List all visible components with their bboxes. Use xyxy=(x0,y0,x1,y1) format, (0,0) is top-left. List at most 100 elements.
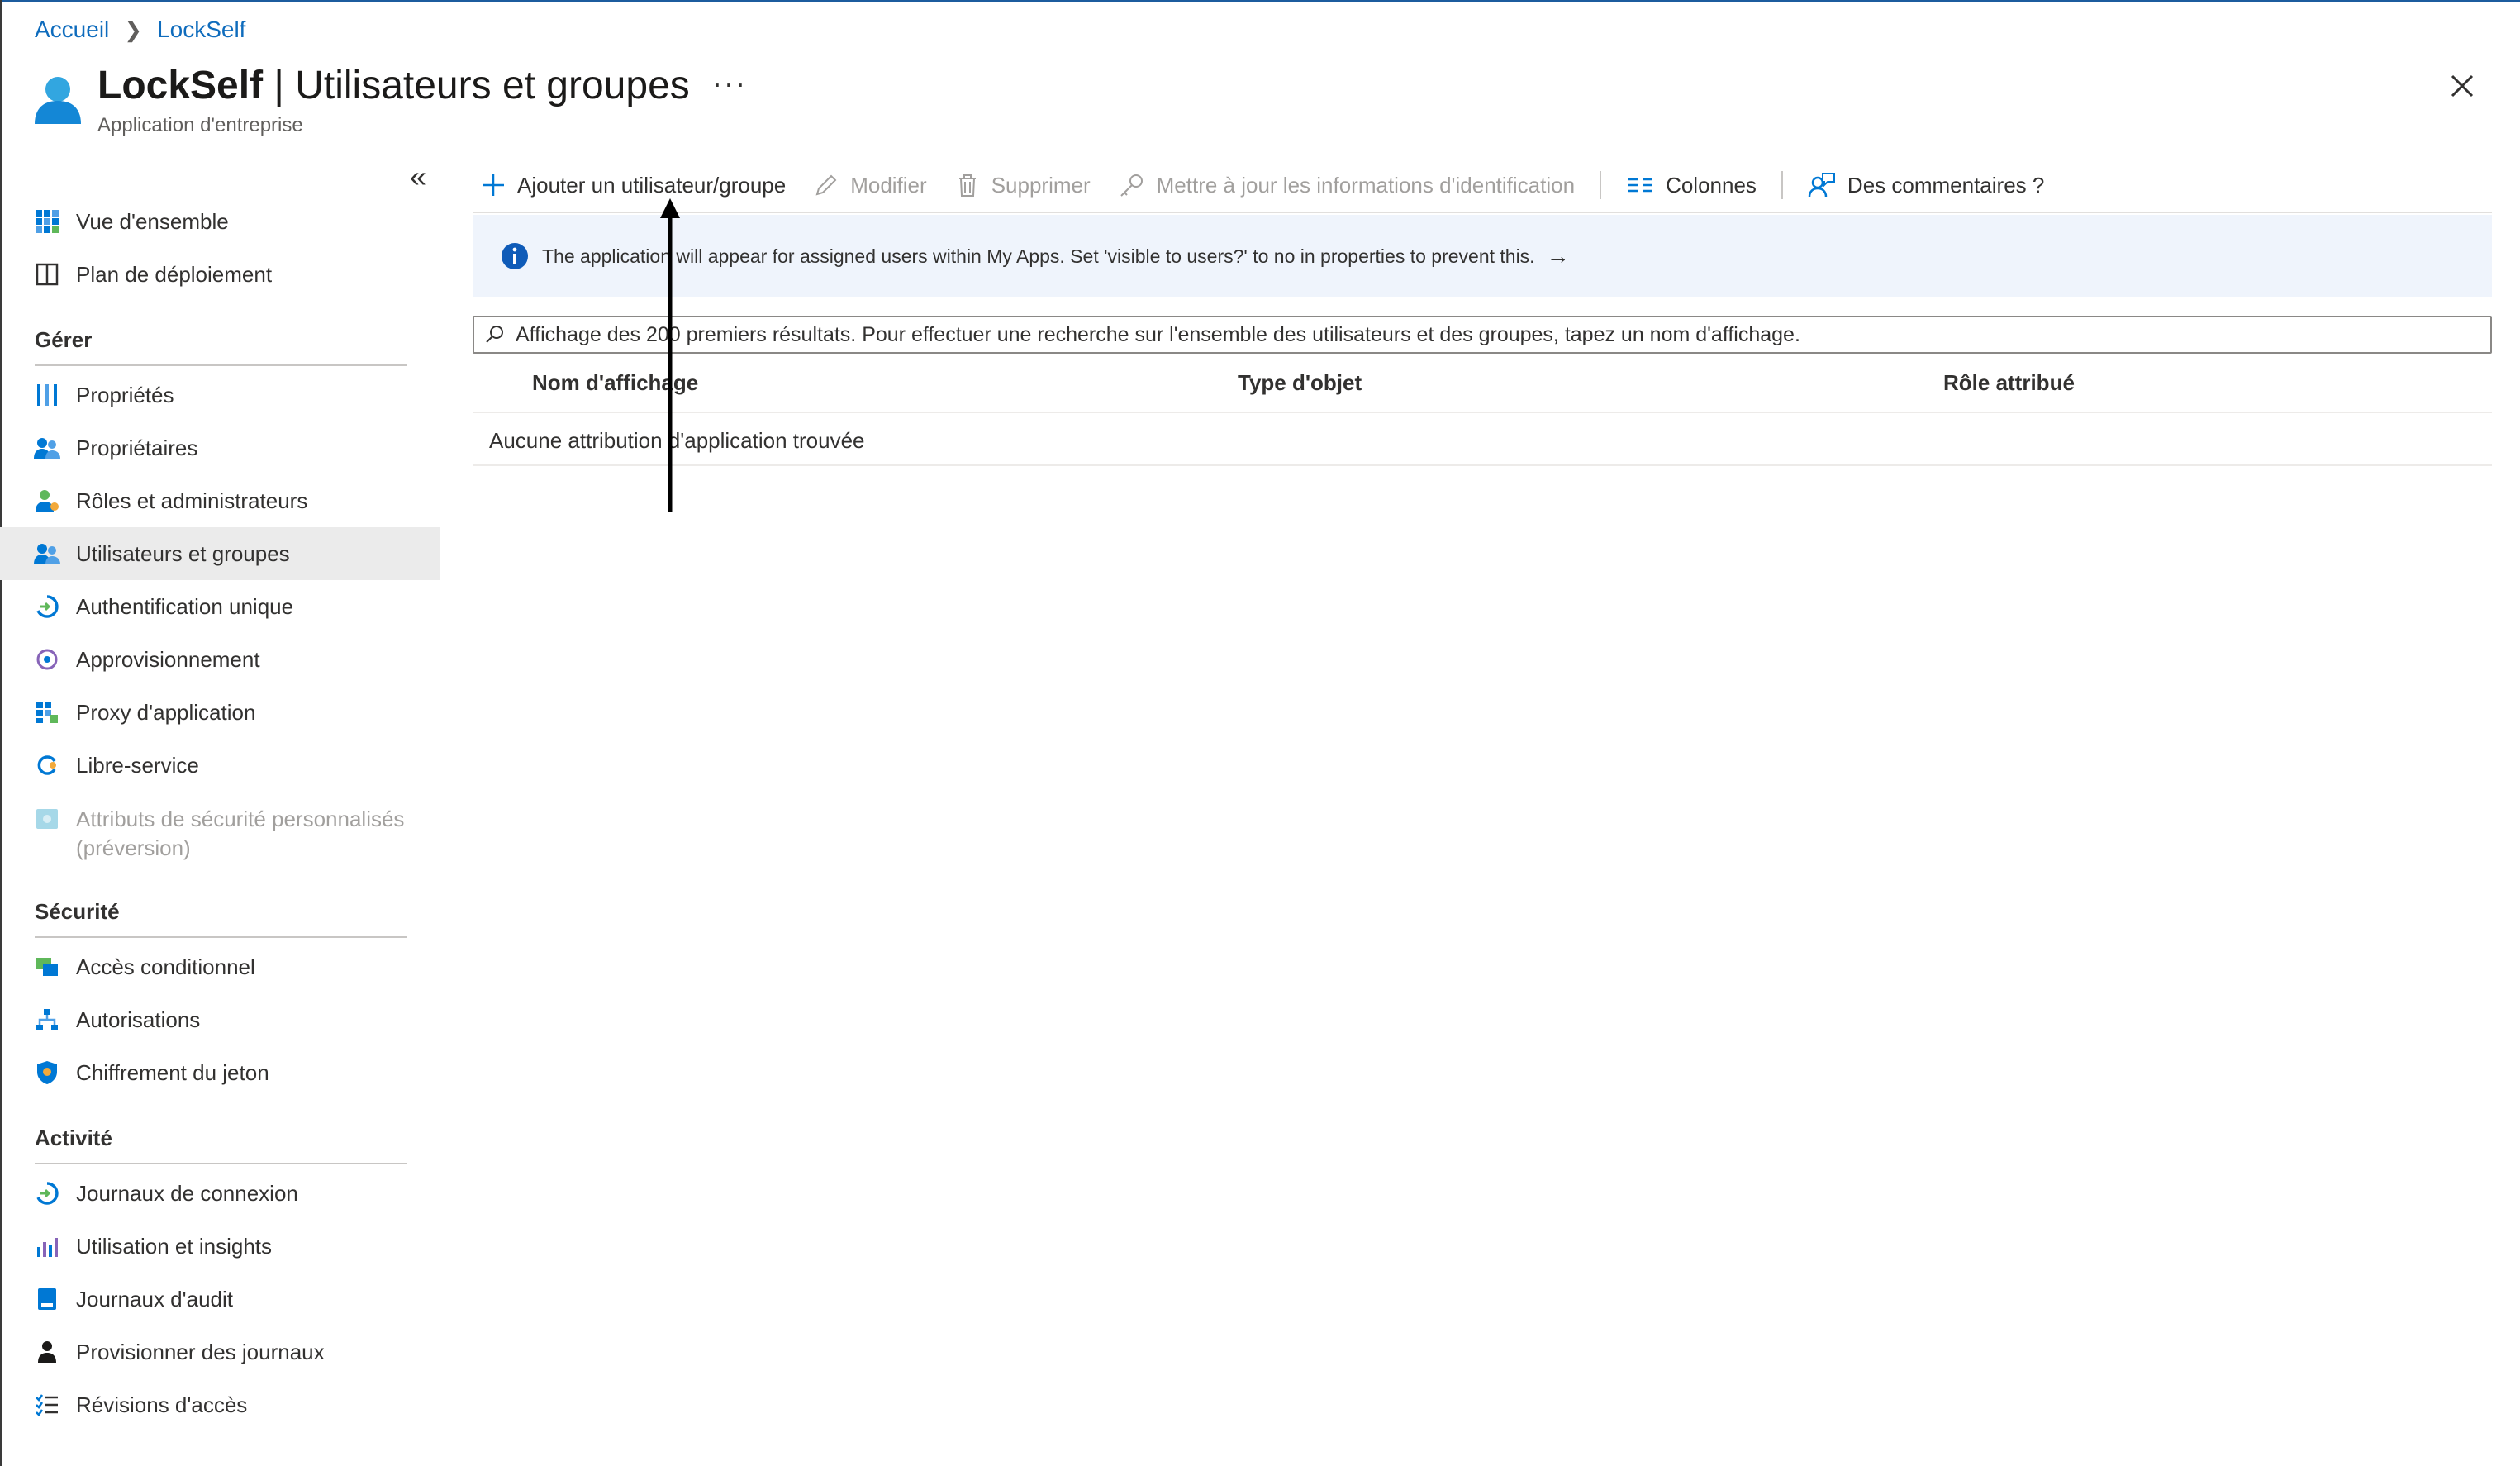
add-user-group-label: Ajouter un utilisateur/groupe xyxy=(517,172,787,198)
sidebar-item-label: Approvisionnement xyxy=(76,646,260,672)
sidebar-item-label: Accès conditionnel xyxy=(76,954,255,979)
delete-button[interactable]: Supprimer xyxy=(955,173,1091,198)
chevron-right-icon: ❯ xyxy=(124,17,143,42)
search-icon xyxy=(486,326,503,343)
trash-icon xyxy=(958,174,976,197)
sidebar-item-label: Révisions d'accès xyxy=(76,1392,248,1417)
app-proxy-icon xyxy=(33,698,61,726)
bar-chart-icon xyxy=(33,1232,61,1260)
breadcrumb-home-link[interactable]: Accueil xyxy=(35,17,109,43)
edit-button[interactable]: Modifier xyxy=(814,172,927,198)
sidebar-item-label: Attributs de sécurité personnalisés xyxy=(76,807,405,831)
more-options-button[interactable]: ··· xyxy=(712,66,747,101)
provisioning-logs-icon xyxy=(33,1338,61,1366)
section-divider xyxy=(35,1163,407,1164)
sidebar-section-securite: Sécurité xyxy=(35,899,120,924)
breadcrumb-current-link[interactable]: LockSelf xyxy=(157,17,245,43)
column-header-object-type[interactable]: Type d'objet xyxy=(1238,370,1362,396)
enterprise-app-user-icon xyxy=(35,77,81,124)
window-top-border xyxy=(0,0,2520,2)
sidebar-item-label: Libre-service xyxy=(76,752,199,778)
feedback-button[interactable]: Des commentaires ? xyxy=(1808,172,2044,198)
table-header-divider xyxy=(473,412,2492,413)
sidebar-item-revisions-acces[interactable]: Révisions d'accès xyxy=(0,1378,440,1431)
permissions-icon xyxy=(33,1006,61,1034)
sidebar-item-roles-administrateurs[interactable]: Rôles et administrateurs xyxy=(0,474,440,527)
grid-icon xyxy=(33,207,61,236)
sidebar-item-label: Plan de déploiement xyxy=(76,261,273,287)
toolbar-divider xyxy=(1600,171,1602,199)
sidebar-item-attributs-securite[interactable]: Attributs de sécurité personnalisés (prév… xyxy=(0,792,440,874)
book-icon xyxy=(33,260,61,288)
annotation-arrow-icon xyxy=(660,198,680,512)
sidebar-item-provisionner-journaux[interactable]: Provisionner des journaux xyxy=(0,1326,440,1378)
plus-icon xyxy=(483,174,504,196)
columns-label: Colonnes xyxy=(1666,172,1757,198)
sidebar-item-label: Vue d'ensemble xyxy=(76,208,229,234)
users-groups-icon xyxy=(33,540,61,568)
sso-icon xyxy=(33,593,61,621)
sidebar-item-libre-service[interactable]: Libre-service xyxy=(0,739,440,792)
add-user-group-button[interactable]: Ajouter un utilisateur/groupe xyxy=(481,173,786,198)
sidebar-item-label: Propriétaires xyxy=(76,435,198,460)
roles-icon xyxy=(33,487,61,515)
sidebar-item-label: Autorisations xyxy=(76,1007,201,1032)
columns-button[interactable]: Colonnes xyxy=(1626,173,1757,198)
sidebar-item-label-suffix: (préversion) xyxy=(76,835,191,860)
info-icon xyxy=(502,243,528,269)
collapse-sidebar-button[interactable]: « xyxy=(410,162,426,192)
self-service-icon xyxy=(33,751,61,779)
sidebar-section-activite: Activité xyxy=(35,1126,112,1150)
column-header-assigned-role[interactable]: Rôle attribué xyxy=(1943,370,2075,396)
sidebar-item-label: Authentification unique xyxy=(76,593,294,619)
sidebar-item-approvisionnement[interactable]: Approvisionnement xyxy=(0,633,440,686)
close-icon[interactable] xyxy=(2446,69,2479,102)
toolbar-divider-line xyxy=(473,212,2492,213)
page-title-section: | Utilisateurs et groupes xyxy=(263,64,690,107)
delete-label: Supprimer xyxy=(991,172,1091,198)
command-bar: Ajouter un utilisateur/groupe Modifier S… xyxy=(481,165,2072,205)
sidebar-item-proxy-application[interactable]: Proxy d'application xyxy=(0,686,440,739)
section-divider xyxy=(35,936,407,938)
shield-icon xyxy=(33,1059,61,1087)
sidebar-item-label: Utilisateurs et groupes xyxy=(76,540,290,566)
pencil-icon xyxy=(815,174,837,196)
sidebar-item-utilisateurs-groupes[interactable]: Utilisateurs et groupes xyxy=(0,527,440,580)
info-banner-text: The application will appear for assigned… xyxy=(542,245,1535,267)
sidebar-item-proprietaires[interactable]: Propriétaires xyxy=(0,421,440,474)
sidebar-item-proprietes[interactable]: Propriétés xyxy=(0,369,440,421)
sidebar-item-label: Rôles et administrateurs xyxy=(76,488,308,513)
update-credentials-label: Mettre à jour les informations d'identif… xyxy=(1156,172,1576,198)
audit-log-icon xyxy=(33,1285,61,1313)
sidebar-item-journaux-connexion[interactable]: Journaux de connexion xyxy=(0,1167,440,1220)
feedback-icon xyxy=(1808,173,1835,198)
sidebar-item-plan-deploiement[interactable]: Plan de déploiement xyxy=(0,248,440,301)
sidebar-item-chiffrement-jeton[interactable]: Chiffrement du jeton xyxy=(0,1046,440,1099)
sidebar-item-label: Provisionner des journaux xyxy=(76,1339,325,1364)
section-divider xyxy=(35,364,407,366)
update-credentials-button[interactable]: Mettre à jour les informations d'identif… xyxy=(1119,173,1575,198)
sidebar-item-acces-conditionnel[interactable]: Accès conditionnel xyxy=(0,940,440,993)
arrow-right-icon[interactable]: → xyxy=(1547,243,1570,269)
sidebar-item-label: Journaux d'audit xyxy=(76,1286,233,1311)
sidebar-item-label: Proxy d'application xyxy=(76,699,256,725)
provisioning-icon xyxy=(33,645,61,674)
toolbar-divider xyxy=(1781,171,1783,199)
info-banner[interactable]: The application will appear for assigned… xyxy=(473,215,2492,297)
sidebar-item-journaux-audit[interactable]: Journaux d'audit xyxy=(0,1273,440,1326)
sidebar-item-label: Propriétés xyxy=(76,382,174,407)
sidebar-item-authentification-unique[interactable]: Authentification unique xyxy=(0,580,440,633)
columns-icon xyxy=(1628,178,1653,193)
sliders-icon xyxy=(33,381,61,409)
sign-in-logs-icon xyxy=(33,1179,61,1207)
feedback-label: Des commentaires ? xyxy=(1847,172,2045,198)
search-placeholder: Affichage des 200 premiers résultats. Po… xyxy=(516,322,1800,346)
sidebar-item-vue-ensemble[interactable]: Vue d'ensemble xyxy=(0,195,440,248)
sidebar-item-utilisation-insights[interactable]: Utilisation et insights xyxy=(0,1220,440,1273)
sidebar-item-label: Utilisation et insights xyxy=(76,1233,272,1259)
edit-label: Modifier xyxy=(850,172,927,198)
sidebar-item-autorisations[interactable]: Autorisations xyxy=(0,993,440,1046)
page-title-app: LockSelf xyxy=(97,64,264,107)
search-input[interactable]: Affichage des 200 premiers résultats. Po… xyxy=(473,316,2492,354)
breadcrumb: Accueil ❯ LockSelf xyxy=(35,17,245,43)
